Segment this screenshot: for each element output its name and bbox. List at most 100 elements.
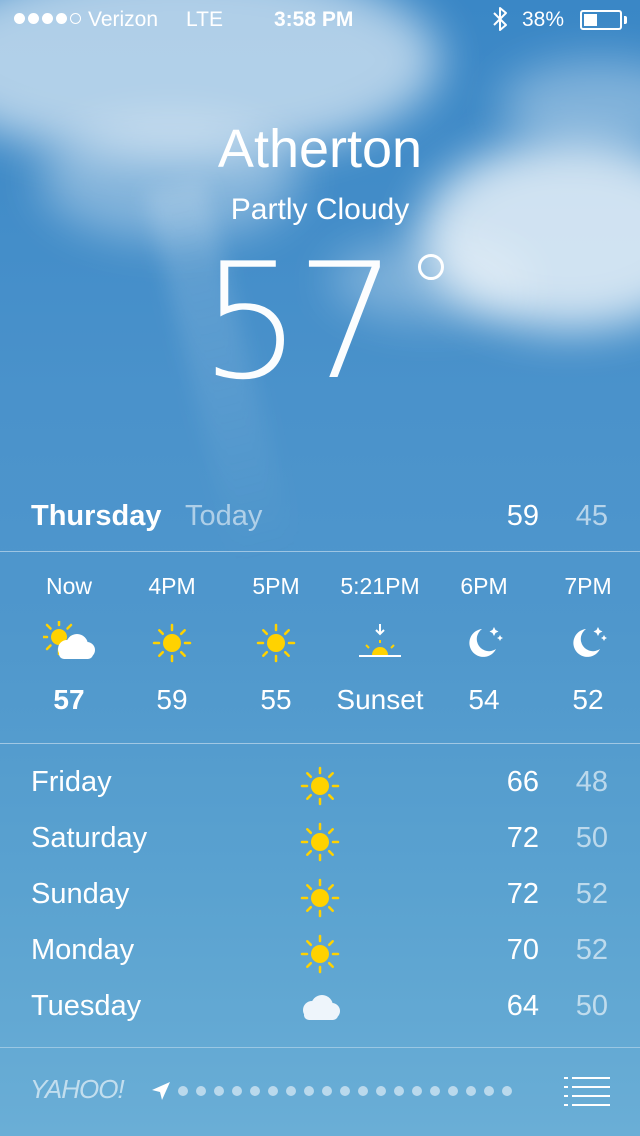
list-icon[interactable]	[564, 1076, 610, 1106]
daily-high: 64	[506, 990, 539, 1022]
hourly-item: 6PM 54	[424, 568, 544, 718]
hourly-temp: 54	[468, 684, 500, 715]
signal-dot	[70, 13, 81, 24]
daily-high: 72	[506, 822, 539, 854]
hourly-item: 7PM 52	[528, 568, 640, 718]
yahoo-logo[interactable]: YAHOO!	[30, 1074, 125, 1105]
daily-day-name: Monday	[31, 934, 135, 966]
hourly-item: 5PM 55	[216, 568, 336, 718]
sunny-icon	[298, 876, 340, 918]
daily-row: Sunday 72 52	[0, 870, 640, 926]
divider	[0, 743, 640, 744]
daily-high: 72	[506, 878, 539, 910]
daily-day-name: Friday	[31, 766, 112, 798]
hourly-time: 5:21PM	[340, 573, 420, 599]
network-type: LTE	[186, 8, 223, 31]
signal-dot	[42, 13, 53, 24]
page-dot[interactable]	[268, 1086, 278, 1096]
temperature-value: 57	[200, 228, 398, 415]
hourly-time: Now	[45, 573, 92, 599]
hourly-item: Now 57	[9, 568, 129, 718]
signal-strength	[14, 13, 81, 24]
today-low: 45	[575, 500, 608, 532]
page-dot[interactable]	[358, 1086, 368, 1096]
page-dot[interactable]	[340, 1086, 350, 1096]
page-dot[interactable]	[376, 1086, 386, 1096]
hourly-temp: 55	[260, 684, 292, 715]
hourly-time: 5PM	[252, 573, 300, 599]
page-dot[interactable]	[304, 1086, 314, 1096]
degree-symbol	[418, 254, 444, 280]
hourly-time: 4PM	[148, 573, 196, 599]
page-dot[interactable]	[430, 1086, 440, 1096]
clear-night-icon	[528, 604, 640, 682]
page-dot[interactable]	[484, 1086, 494, 1096]
sunny-icon	[112, 604, 232, 682]
hourly-temp: 57	[53, 684, 85, 715]
hourly-forecast[interactable]: Now 57 4PM 59 5PM 55 5:21PM Sunset 6PM 54 7PM 5…	[0, 568, 640, 738]
battery-percent: 38%	[522, 8, 565, 31]
daily-row: Saturday 72 50	[0, 814, 640, 870]
page-indicator[interactable]	[178, 1086, 512, 1096]
daily-day-name: Saturday	[31, 822, 148, 854]
carrier-name: Verizon	[88, 8, 159, 31]
clear-night-icon	[424, 604, 544, 682]
sunset-icon	[320, 604, 440, 682]
page-dot[interactable]	[466, 1086, 476, 1096]
signal-dot	[14, 13, 25, 24]
hourly-time: 7PM	[564, 573, 612, 599]
page-dot[interactable]	[322, 1086, 332, 1096]
partly-cloudy-day-icon	[9, 604, 129, 682]
hourly-item: 4PM 59	[112, 568, 232, 718]
page-dot[interactable]	[214, 1086, 224, 1096]
sunny-icon	[298, 932, 340, 974]
page-dot[interactable]	[412, 1086, 422, 1096]
daily-high: 70	[506, 934, 539, 966]
today-high: 59	[506, 500, 539, 532]
battery-fill	[584, 14, 597, 26]
city-name: Atherton	[217, 119, 423, 179]
page-dot[interactable]	[232, 1086, 242, 1096]
page-dot[interactable]	[502, 1086, 512, 1096]
page-dot[interactable]	[196, 1086, 206, 1096]
daily-low: 50	[575, 990, 608, 1022]
today-day-name: Thursday	[31, 500, 162, 532]
today-row[interactable]: Thursday Today 59 45	[0, 494, 640, 550]
battery-tip	[624, 16, 627, 24]
current-temperature: 57	[0, 232, 640, 412]
page-dot[interactable]	[394, 1086, 404, 1096]
page-dot[interactable]	[286, 1086, 296, 1096]
daily-low: 52	[575, 934, 608, 966]
today-label: Today	[185, 500, 263, 532]
cloudy-icon	[298, 988, 340, 1030]
daily-low: 48	[575, 766, 608, 798]
page-dot[interactable]	[250, 1086, 260, 1096]
signal-dot	[28, 13, 39, 24]
sunny-icon	[298, 820, 340, 862]
hourly-temp: 59	[156, 684, 188, 715]
daily-row: Tuesday 64 50	[0, 982, 640, 1038]
sunny-icon	[216, 604, 336, 682]
daily-day-name: Sunday	[31, 878, 130, 910]
signal-dot	[56, 13, 67, 24]
page-dot[interactable]	[448, 1086, 458, 1096]
bluetooth-icon	[493, 7, 507, 31]
daily-day-name: Tuesday	[31, 990, 142, 1022]
sunny-icon	[298, 764, 340, 806]
page-dot[interactable]	[178, 1086, 188, 1096]
divider	[0, 551, 640, 552]
hourly-time: 6PM	[460, 573, 508, 599]
battery-icon	[580, 10, 622, 30]
hourly-item: 5:21PM Sunset	[320, 568, 440, 718]
hourly-temp: Sunset	[336, 684, 424, 715]
daily-row: Friday 66 48	[0, 758, 640, 814]
status-bar: Verizon LTE 3:58 PM 38%	[0, 0, 640, 40]
current-condition: Partly Cloudy	[230, 193, 410, 226]
footer-toolbar: YAHOO!	[0, 1048, 640, 1136]
daily-low: 52	[575, 878, 608, 910]
hourly-temp: 52	[572, 684, 604, 715]
location-arrow-icon	[152, 1082, 170, 1100]
daily-low: 50	[575, 822, 608, 854]
daily-row: Monday 70 52	[0, 926, 640, 982]
status-time: 3:58 PM	[274, 8, 354, 31]
